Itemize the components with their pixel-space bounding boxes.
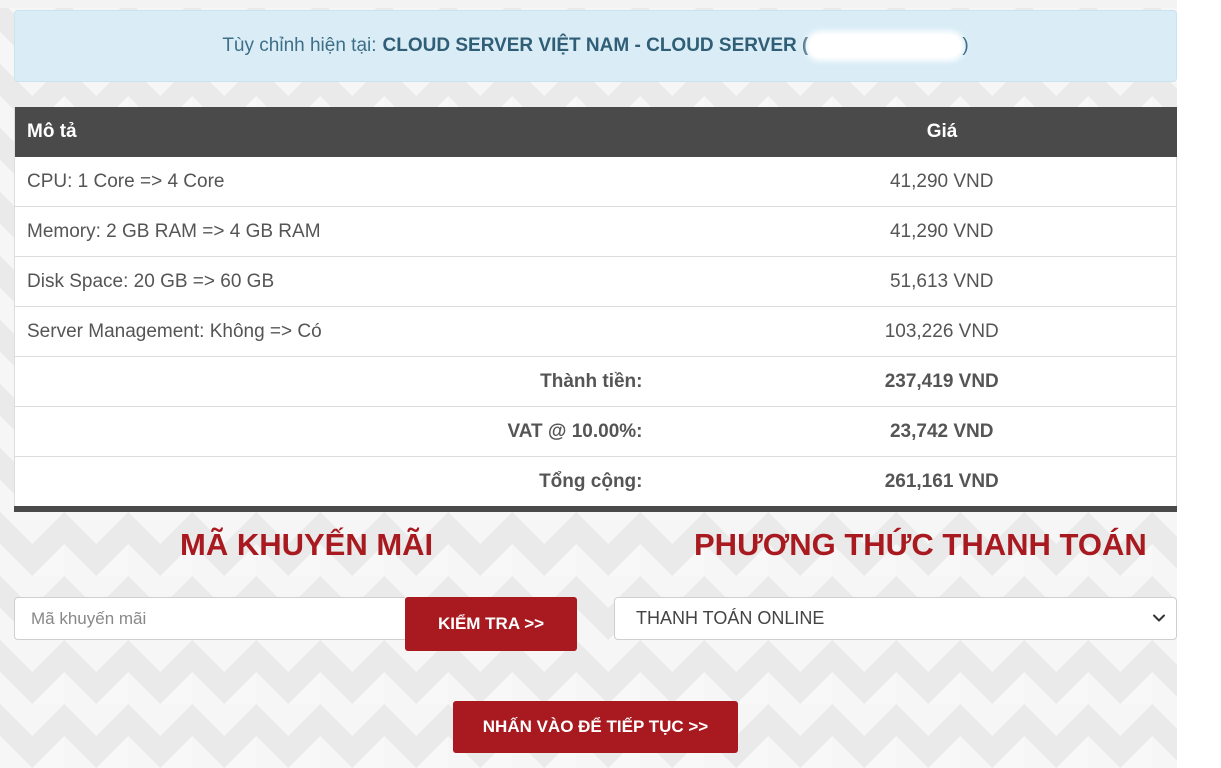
row-description: Server Management: Không => Có	[14, 306, 708, 357]
table-row: Memory: 2 GB RAM => 4 GB RAM 41,290 VND	[14, 206, 1177, 257]
table-row: Disk Space: 20 GB => 60 GB 51,613 VND	[14, 256, 1177, 307]
total-value: 261,161 VND	[707, 456, 1177, 509]
row-description: Memory: 2 GB RAM => 4 GB RAM	[14, 206, 708, 257]
vat-value: 23,742 VND	[707, 406, 1177, 457]
total-label: Tổng cộng:	[14, 456, 708, 509]
promo-code-input[interactable]	[14, 597, 405, 640]
current-config-alert: Tùy chỉnh hiện tại: CLOUD SERVER VIỆT NA…	[14, 10, 1177, 82]
payment-section-title: PHƯƠNG THỨC THANH TOÁN	[694, 527, 1147, 562]
subtotal-row: Thành tiền: 237,419 VND	[14, 356, 1177, 407]
top-divider	[0, 0, 1177, 8]
order-summary-table: Mô tả Giá CPU: 1 Core => 4 Core 41,290 V…	[14, 107, 1177, 512]
payment-method-value: THANH TOÁN ONLINE	[636, 608, 825, 628]
continue-button[interactable]: NHẤN VÀO ĐỂ TIẾP TỤC >>	[453, 701, 738, 753]
chevron-down-icon	[1153, 614, 1165, 622]
row-price: 103,226 VND	[707, 306, 1177, 357]
vat-row: VAT @ 10.00%: 23,742 VND	[14, 406, 1177, 457]
promo-section-title: MÃ KHUYẾN MÃI	[180, 527, 434, 562]
table-row: Server Management: Không => Có 103,226 V…	[14, 306, 1177, 357]
subtotal-label: Thành tiền:	[14, 356, 708, 407]
row-description: Disk Space: 20 GB => 60 GB	[14, 256, 708, 307]
right-margin	[1177, 0, 1221, 768]
row-price: 51,613 VND	[707, 256, 1177, 307]
subtotal-value: 237,419 VND	[707, 356, 1177, 407]
vat-label: VAT @ 10.00%:	[14, 406, 708, 457]
table-row: CPU: 1 Core => 4 Core 41,290 VND	[14, 157, 1177, 207]
payment-method-select[interactable]: THANH TOÁN ONLINE	[614, 597, 1177, 640]
total-row: Tổng cộng: 261,161 VND	[14, 456, 1177, 509]
header-price: Giá	[707, 107, 1177, 157]
table-header-row: Mô tả Giá	[14, 107, 1177, 157]
current-config-suffix: )	[962, 35, 969, 56]
check-promo-button[interactable]: KIỂM TRA >>	[405, 597, 577, 651]
current-config-prefix: Tùy chỉnh hiện tại:	[222, 35, 377, 56]
row-price: 41,290 VND	[707, 157, 1177, 207]
header-description: Mô tả	[14, 107, 708, 157]
current-config-product: CLOUD SERVER VIỆT NAM - CLOUD SERVER (	[382, 35, 809, 56]
row-description: CPU: 1 Core => 4 Core	[14, 157, 708, 207]
redacted-hostname	[810, 35, 961, 57]
row-price: 41,290 VND	[707, 206, 1177, 257]
